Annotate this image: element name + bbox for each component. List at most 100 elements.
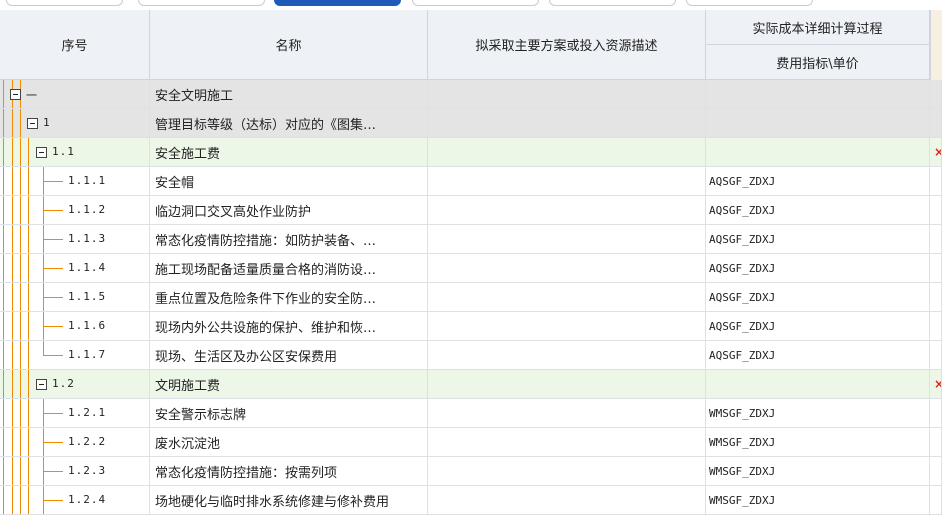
cell-tail: × [930, 370, 942, 398]
cell-index[interactable]: AQSGF_ZDXJ [706, 167, 930, 195]
cell-name[interactable]: 安全帽 [150, 167, 428, 195]
tree-guide-line [12, 283, 13, 311]
table-row[interactable]: 1.1.7 现场、生活区及办公区安保费用 AQSGF_ZDXJ [0, 341, 942, 370]
table-row[interactable]: 1.2.1 安全警示标志牌 WMSGF_ZDXJ [0, 399, 942, 428]
table-row[interactable]: 1.1.5 重点位置及危险条件下作业的安全防… AQSGF_ZDXJ [0, 283, 942, 312]
tree-guide-line [20, 109, 21, 137]
cell-name[interactable]: 现场、生活区及办公区安保费用 [150, 341, 428, 369]
cell-no: 1.1.4 [0, 254, 150, 282]
table-row[interactable]: 1.2.2 废水沉淀池 WMSGF_ZDXJ [0, 428, 942, 457]
cell-no: 1.1.5 [0, 283, 150, 311]
header-col-index[interactable]: 费用指标\单价 [706, 45, 930, 80]
header-group-cost: 实际成本详细计算过程 [706, 10, 930, 45]
cell-desc[interactable] [428, 457, 706, 485]
table-row[interactable]: 1.2.3 常态化疫情防控措施：按需列项 WMSGF_ZDXJ [0, 457, 942, 486]
cell-name[interactable]: 安全施工费 [150, 138, 428, 166]
tab-5[interactable] [549, 0, 676, 6]
cell-index[interactable]: WMSGF_ZDXJ [706, 457, 930, 485]
cell-index[interactable]: WMSGF_ZDXJ [706, 428, 930, 456]
tree-guide-line [3, 486, 4, 514]
header-col-index-label: 费用指标\单价 [776, 56, 859, 72]
table-row[interactable]: 1.1.1 安全帽 AQSGF_ZDXJ [0, 167, 942, 196]
cell-name[interactable]: 安全文明施工 [150, 80, 428, 108]
cell-index[interactable] [706, 370, 930, 398]
tree-branch-line [43, 341, 44, 355]
collapse-toggle-icon[interactable] [10, 89, 21, 100]
tab-4[interactable] [412, 0, 539, 6]
cell-index[interactable] [706, 138, 930, 166]
cell-index[interactable]: AQSGF_ZDXJ [706, 283, 930, 311]
cell-desc[interactable] [428, 312, 706, 340]
tree-guide-line [20, 254, 21, 282]
row-number: 1.1.7 [68, 348, 107, 361]
cell-index[interactable]: AQSGF_ZDXJ [706, 196, 930, 224]
cell-index[interactable] [706, 80, 930, 108]
header-col-desc[interactable]: 拟采取主要方案或投入资源描述 [428, 10, 706, 80]
cell-index[interactable]: AQSGF_ZDXJ [706, 254, 930, 282]
tree-branch-line [43, 413, 63, 414]
tree-guide-line [20, 428, 21, 456]
table-row[interactable]: 1.1 安全施工费 × [0, 138, 942, 167]
row-number: 1.1 [52, 145, 75, 158]
cell-name[interactable]: 安全警示标志牌 [150, 399, 428, 427]
tree-branch-line [43, 297, 63, 298]
cell-name[interactable]: 重点位置及危险条件下作业的安全防… [150, 283, 428, 311]
tree-guide-line [3, 312, 4, 340]
collapse-toggle-icon[interactable] [27, 118, 38, 129]
cell-name[interactable]: 管理目标等级（达标）对应的《图集… [150, 109, 428, 137]
cell-desc[interactable] [428, 283, 706, 311]
cell-desc[interactable] [428, 80, 706, 108]
cell-name[interactable]: 现场内外公共设施的保护、维护和恢… [150, 312, 428, 340]
tree-guide-line [20, 457, 21, 485]
cell-desc[interactable] [428, 167, 706, 195]
cell-desc[interactable] [428, 196, 706, 224]
cell-index[interactable]: WMSGF_ZDXJ [706, 486, 930, 514]
tab-strip [0, 0, 942, 6]
tab-6[interactable] [686, 0, 813, 6]
cell-desc[interactable] [428, 486, 706, 514]
cell-name[interactable]: 场地硬化与临时排水系统修建与修补费用 [150, 486, 428, 514]
collapse-toggle-icon[interactable] [36, 379, 47, 390]
tree-guide-line [12, 341, 13, 369]
tab-2[interactable] [138, 0, 265, 6]
cell-no: 1.1.6 [0, 312, 150, 340]
cell-name[interactable]: 常态化疫情防控措施：如防护装备、… [150, 225, 428, 253]
cell-index[interactable]: WMSGF_ZDXJ [706, 399, 930, 427]
tab-active[interactable] [274, 0, 401, 6]
cell-index[interactable]: AQSGF_ZDXJ [706, 341, 930, 369]
cell-index[interactable]: AQSGF_ZDXJ [706, 225, 930, 253]
cell-name[interactable]: 常态化疫情防控措施：按需列项 [150, 457, 428, 485]
header-group-cost-label: 实际成本详细计算过程 [752, 21, 883, 37]
table-row[interactable]: 1 管理目标等级（达标）对应的《图集… [0, 109, 942, 138]
cell-tail [930, 312, 942, 340]
cell-name[interactable]: 废水沉淀池 [150, 428, 428, 456]
cell-desc[interactable] [428, 341, 706, 369]
cell-index[interactable]: AQSGF_ZDXJ [706, 312, 930, 340]
header-col-no[interactable]: 序号 [0, 10, 150, 80]
cell-name[interactable]: 临边洞口交叉高处作业防护 [150, 196, 428, 224]
tree-guide-line [12, 486, 13, 514]
tab-1[interactable] [6, 0, 123, 6]
cell-tail: × [930, 138, 942, 166]
table-row[interactable]: 一 安全文明施工 [0, 80, 942, 109]
cell-desc[interactable] [428, 399, 706, 427]
cell-name[interactable]: 施工现场配备适量质量合格的消防设… [150, 254, 428, 282]
cell-desc[interactable] [428, 109, 706, 137]
cell-index[interactable] [706, 109, 930, 137]
table-row[interactable]: 1.1.4 施工现场配备适量质量合格的消防设… AQSGF_ZDXJ [0, 254, 942, 283]
cell-desc[interactable] [428, 225, 706, 253]
cell-name[interactable]: 文明施工费 [150, 370, 428, 398]
table-row[interactable]: 1.1.2 临边洞口交叉高处作业防护 AQSGF_ZDXJ [0, 196, 942, 225]
header-col-name[interactable]: 名称 [150, 10, 428, 80]
table-row[interactable]: 1.2 文明施工费 × [0, 370, 942, 399]
header-col-name-label: 名称 [275, 39, 302, 54]
table-row[interactable]: 1.2.4 场地硬化与临时排水系统修建与修补费用 WMSGF_ZDXJ [0, 486, 942, 515]
collapse-toggle-icon[interactable] [36, 147, 47, 158]
cell-desc[interactable] [428, 254, 706, 282]
tree-guide-line [20, 312, 21, 340]
table-row[interactable]: 1.1.6 现场内外公共设施的保护、维护和恢… AQSGF_ZDXJ [0, 312, 942, 341]
table-row[interactable]: 1.1.3 常态化疫情防控措施：如防护装备、… AQSGF_ZDXJ [0, 225, 942, 254]
cell-desc[interactable] [428, 428, 706, 456]
cell-desc[interactable] [428, 370, 706, 398]
cell-desc[interactable] [428, 138, 706, 166]
